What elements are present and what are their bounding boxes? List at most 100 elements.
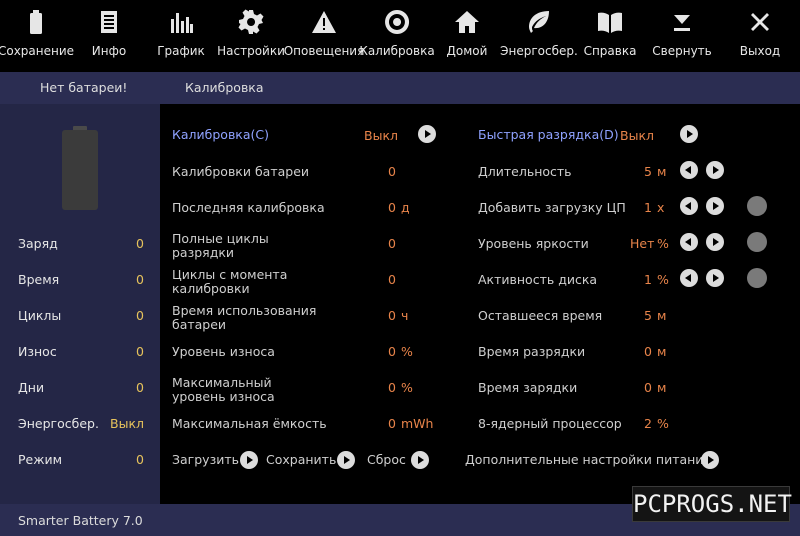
- toolbar: Сохранение Инфо График Настройки Оповеще…: [0, 0, 800, 72]
- disk-activity-increase-button[interactable]: [706, 269, 724, 287]
- charge-time-value: 0: [644, 380, 652, 395]
- save-mode-label: Сохранение: [0, 44, 75, 58]
- last-calibration-value: 0: [388, 200, 396, 215]
- minimize-button[interactable]: Свернуть: [644, 0, 720, 72]
- cpu-load-label: Добавить загрузку ЦП: [478, 200, 626, 215]
- calibrations-count-label: Калибровки батареи: [172, 164, 310, 179]
- row-value: 0: [136, 308, 144, 323]
- info-button[interactable]: Инфо: [72, 0, 146, 72]
- alerts-label: Оповещения: [283, 44, 365, 58]
- reset-button-label[interactable]: Сброс: [367, 453, 406, 467]
- graph-label: График: [157, 44, 205, 58]
- reset-button[interactable]: [411, 451, 429, 469]
- power-saving-label: Энергосбер.: [500, 44, 578, 58]
- load-button[interactable]: [240, 451, 258, 469]
- remaining-time-value: 5: [644, 308, 652, 323]
- app-version: Smarter Battery 7.0: [18, 513, 143, 528]
- sidebar-row-days: Дни 0: [18, 380, 144, 398]
- minimize-label: Свернуть: [652, 44, 712, 58]
- book-icon: [598, 12, 622, 33]
- settings-button[interactable]: Настройки: [216, 0, 286, 72]
- brightness-unit: %: [657, 236, 669, 251]
- cycles-since-calibration-label: Циклы с момента калибровки: [172, 267, 288, 296]
- row-label: Дни: [18, 380, 45, 395]
- tab-no-battery[interactable]: Нет батареи!: [40, 80, 127, 95]
- quick-discharge-link[interactable]: Быстрая разрядка(D): [478, 128, 619, 142]
- save-button-label[interactable]: Сохранить: [266, 453, 336, 467]
- row-value: 0: [136, 272, 144, 287]
- cpu-load-value: 1: [644, 200, 652, 215]
- save-button[interactable]: [337, 451, 355, 469]
- disk-activity-unit: %: [657, 272, 669, 287]
- brightness-decrease-button[interactable]: [680, 233, 698, 251]
- row-label: Износ: [18, 344, 57, 359]
- last-calibration-unit: д: [401, 200, 410, 215]
- sidebar-row-power-saving: Энергосбер. Выкл: [18, 416, 144, 434]
- duration-increase-button[interactable]: [706, 161, 724, 179]
- save-mode-button[interactable]: Сохранение: [0, 0, 75, 72]
- duration-decrease-button[interactable]: [680, 161, 698, 179]
- home-label: Домой: [446, 44, 488, 58]
- battery-usage-time-label: Время использования батареи: [172, 303, 317, 332]
- brightness-value: Нет: [630, 236, 655, 251]
- target-icon: [385, 10, 410, 34]
- max-wear-level-value: 0: [388, 380, 396, 395]
- wear-level-unit: %: [401, 344, 413, 359]
- max-capacity-label: Максимальная ёмкость: [172, 416, 327, 431]
- alerts-button[interactable]: Оповещения: [283, 0, 365, 72]
- brightness-toggle[interactable]: [747, 232, 767, 252]
- main-panel: Калибровка(C) Выкл Калибровки батареи 0 …: [160, 104, 800, 504]
- disk-activity-decrease-button[interactable]: [680, 269, 698, 287]
- more-power-settings-label[interactable]: Дополнительные настройки питания: [465, 453, 711, 467]
- row-value: 0: [136, 344, 144, 359]
- battery-usage-time-value: 0: [388, 308, 396, 323]
- disk-activity-label: Активность диска: [478, 272, 598, 287]
- cpu-load-toggle[interactable]: [747, 196, 767, 216]
- home-icon: [455, 11, 479, 33]
- battery-icon: [30, 10, 42, 34]
- calibration-start-button[interactable]: [418, 125, 436, 143]
- wear-level-value: 0: [388, 344, 396, 359]
- status-sidebar: Заряд 0 Время 0 Циклы 0 Износ 0 Дни 0 Энергос…: [0, 104, 160, 504]
- quick-discharge-start-button[interactable]: [680, 125, 698, 143]
- calibration-link[interactable]: Калибровка(C): [172, 128, 269, 142]
- charge-time-unit: м: [657, 380, 667, 395]
- row-value: 0: [136, 236, 144, 251]
- calibration-label: Калибровка: [359, 44, 435, 58]
- load-button-label[interactable]: Загрузить: [172, 453, 239, 467]
- row-label: Энергосбер.: [18, 416, 99, 431]
- row-label: Циклы: [18, 308, 62, 323]
- leaf-icon: [529, 11, 549, 33]
- sidebar-row-charge: Заряд 0: [18, 236, 144, 254]
- calibration-button[interactable]: Калибровка: [359, 0, 435, 72]
- row-value: Выкл: [110, 416, 144, 431]
- minimize-icon: [674, 15, 690, 31]
- full-cycles-label: Полные циклы разрядки: [172, 231, 269, 260]
- cpu-load-increase-button[interactable]: [706, 197, 724, 215]
- last-calibration-label: Последняя калибровка: [172, 200, 325, 215]
- cpu-cores-label: 8-ядерный процессор: [478, 416, 622, 431]
- row-label: Заряд: [18, 236, 58, 251]
- graph-button[interactable]: График: [146, 0, 216, 72]
- power-saving-button[interactable]: Энергосбер.: [500, 0, 578, 72]
- quick-discharge-status: Выкл: [620, 128, 654, 143]
- charge-time-label: Время зарядки: [478, 380, 578, 395]
- more-power-settings-button[interactable]: [701, 451, 719, 469]
- disk-activity-toggle[interactable]: [747, 268, 767, 288]
- row-value: 0: [136, 452, 144, 467]
- sidebar-row-time: Время 0: [18, 272, 144, 290]
- remaining-time-unit: м: [657, 308, 667, 323]
- tab-strip: Нет батареи! Калибровка: [0, 72, 800, 104]
- cpu-load-unit: x: [657, 200, 665, 215]
- help-button[interactable]: Справка: [576, 0, 644, 72]
- full-cycles-value: 0: [388, 236, 396, 251]
- cpu-load-decrease-button[interactable]: [680, 197, 698, 215]
- row-label: Время: [18, 272, 60, 287]
- tab-calibration[interactable]: Калибровка: [185, 80, 264, 95]
- sidebar-row-wear: Износ 0: [18, 344, 144, 362]
- home-button[interactable]: Домой: [432, 0, 502, 72]
- exit-button[interactable]: Выход: [720, 0, 800, 72]
- disk-activity-value: 1: [644, 272, 652, 287]
- warning-icon: [312, 11, 336, 33]
- brightness-increase-button[interactable]: [706, 233, 724, 251]
